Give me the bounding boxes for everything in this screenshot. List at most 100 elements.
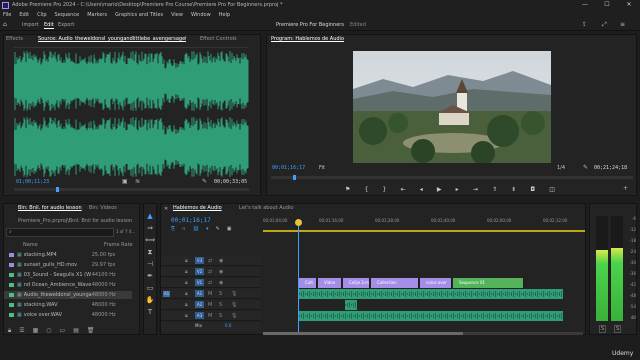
master-volume[interactable]: 0.0 (225, 323, 231, 328)
menu-view[interactable]: View (171, 12, 183, 18)
bin-list-item[interactable]: ▦ stacking.WAV 48000 Hz (4, 301, 132, 309)
mute-icon[interactable]: M (208, 313, 212, 319)
share-icon[interactable]: ⇪ (582, 22, 587, 28)
video-clip[interactable]: Collection (371, 278, 419, 288)
mark-out-icon[interactable]: } (383, 186, 387, 194)
audio-clip[interactable] (299, 289, 563, 299)
step-back-icon[interactable]: ◂ (420, 186, 423, 194)
bin-list-item[interactable]: ▦ voice over.WAV 48000 Hz (4, 311, 132, 319)
timeline-playhead-handle[interactable] (295, 219, 302, 226)
play-icon[interactable]: ▶ (437, 186, 442, 194)
menu-clip[interactable]: Clip (37, 12, 46, 18)
menu-markers[interactable]: Markers (87, 12, 107, 18)
lock-icon[interactable]: 🔒︎ (8, 327, 11, 335)
tab-source[interactable]: Source: Audio_theweldonsl_youngandlittle… (38, 35, 186, 44)
track-header[interactable]: 🔒︎ A2 M S 🎙︎ (161, 300, 261, 310)
list-view-icon[interactable]: ☰ (19, 327, 24, 335)
slip-tool-icon[interactable]: ⊣ (145, 260, 155, 269)
microphone-icon[interactable]: 🎙︎ (231, 291, 237, 297)
track-target[interactable]: A3 (195, 312, 204, 319)
zoom-select[interactable]: Fit (319, 165, 325, 171)
menu-window[interactable]: Window (191, 12, 211, 18)
close-button[interactable]: ✕ (618, 0, 640, 10)
col-framerate-header[interactable]: Frame Rate (104, 242, 133, 248)
timeline-scrollbar[interactable] (263, 332, 583, 335)
tab-bin-videos[interactable]: Bin: Videos (89, 204, 117, 213)
solo-icon[interactable]: S (219, 302, 222, 308)
source-patch[interactable]: A1 (163, 291, 170, 297)
comparison-icon[interactable]: ◫ (549, 186, 555, 194)
track-header[interactable]: 🔒︎ V3 ⇄ ◉ (161, 256, 261, 266)
drag-video-icon[interactable]: ▣ (122, 179, 128, 185)
sync-lock-icon[interactable]: ⇄ (208, 258, 212, 264)
fullscreen-icon[interactable]: ⤢ (602, 22, 607, 28)
camera-icon[interactable]: ◘ (530, 186, 535, 194)
menu-sequence[interactable]: Sequence (55, 12, 80, 18)
maximize-button[interactable]: ☐ (596, 0, 618, 10)
sync-lock-icon[interactable]: ⇄ (208, 269, 212, 275)
marker-icon[interactable]: ⚑ (345, 186, 350, 194)
track-header[interactable]: 🔒︎ V1 ⇄ ◉ (161, 278, 261, 288)
microphone-icon[interactable]: 🎙︎ (231, 302, 237, 308)
time-ruler[interactable]: 00;01;04;00 00;01;16;00 00;01;28;00 00;01;4… (263, 216, 585, 232)
audio-clip[interactable] (299, 311, 563, 321)
bin-list-item[interactable]: ▦ sunset_gulls_HD.mov 29.97 fps (4, 261, 132, 269)
source-playhead[interactable] (56, 187, 59, 192)
solo-right-button[interactable]: S (614, 325, 622, 333)
program-scrubber[interactable] (271, 175, 633, 180)
menu-edit[interactable]: Edit (19, 12, 29, 18)
track-header[interactable]: A1 🔒︎ A1 M S 🎙︎ (161, 289, 261, 299)
bin-list-item[interactable]: ▦ stacking.MP4 25.00 fps (4, 251, 132, 259)
master-track-header[interactable]: Mix 0.0 (161, 322, 261, 331)
new-bin-icon[interactable]: ▭ (60, 327, 66, 335)
audio-waveform-display[interactable] (13, 47, 249, 179)
track-target[interactable]: V3 (195, 257, 204, 264)
solo-icon[interactable]: S (219, 313, 222, 319)
lock-icon[interactable]: 🔒︎ (185, 269, 188, 275)
search-input[interactable]: ⌕ (6, 228, 114, 237)
eye-icon[interactable]: ◉ (219, 280, 223, 286)
settings-icon[interactable]: ≡ (620, 22, 625, 28)
tab-bin-audio[interactable]: Bin: Bnil. for audio lesson (18, 204, 82, 213)
work-area-bar[interactable] (263, 230, 585, 232)
menu-graphics[interactable]: Graphics and Titles (115, 12, 163, 18)
type-tool-icon[interactable]: T (145, 308, 155, 317)
add-marker-icon[interactable]: ▾ (206, 226, 209, 233)
video-clip[interactable]: Colt (299, 278, 317, 288)
ripple-edit-tool-icon[interactable]: ⟺ (145, 236, 155, 245)
extract-icon[interactable]: ⇟ (511, 186, 516, 194)
nest-icon[interactable]: ⎘ (171, 226, 175, 233)
track-target[interactable]: A1 (195, 290, 204, 297)
tab-export[interactable]: Export (58, 22, 74, 28)
source-patch[interactable] (163, 302, 170, 308)
source-patch[interactable] (163, 258, 170, 264)
tab-program[interactable]: Program: Hablemos de Audio (271, 35, 344, 44)
drag-audio-icon[interactable]: ≋ (135, 179, 140, 185)
trash-icon[interactable]: 🗑︎ (87, 327, 95, 335)
sync-lock-icon[interactable]: ⇄ (208, 280, 212, 286)
step-forward-icon[interactable]: ▸ (456, 186, 459, 194)
timeline-scroll-thumb[interactable] (263, 332, 463, 335)
linked-selection-icon[interactable]: ⛓ (193, 226, 199, 233)
snap-icon[interactable]: ∩ (182, 226, 186, 233)
source-patch[interactable] (163, 280, 170, 286)
bin-list-item[interactable]: ▦ 03_Sound - Seagulls X1 (W 44100 Hz (4, 271, 132, 279)
bin-list-item[interactable]: ▦ nd Ocean_Ambience_Wave 48000 Hz (4, 281, 132, 289)
lock-icon[interactable]: 🔒︎ (185, 302, 188, 308)
add-button-icon[interactable]: + (623, 186, 628, 192)
razor-tool-icon[interactable]: ⧗ (145, 248, 155, 257)
new-item-icon[interactable]: ▤ (73, 327, 79, 335)
selection-tool-icon[interactable]: ▲ (145, 212, 155, 221)
track-target[interactable]: A2 (195, 301, 204, 308)
solo-left-button[interactable]: S (599, 325, 607, 333)
track-target[interactable]: V2 (195, 268, 204, 275)
source-timecode[interactable]: 01;00;11;23 (16, 179, 49, 185)
rectangle-tool-icon[interactable]: ▭ (145, 284, 155, 293)
timeline-playhead-line[interactable] (295, 219, 302, 334)
icon-view-icon[interactable]: ▦ (33, 327, 39, 335)
resolution-select[interactable]: 1/4 (557, 165, 565, 171)
pen-tool-icon[interactable]: ✒ (145, 272, 155, 281)
tab-import[interactable]: Import (22, 22, 39, 28)
eye-icon[interactable]: ◉ (219, 258, 223, 264)
eye-icon[interactable]: ◉ (219, 269, 223, 275)
